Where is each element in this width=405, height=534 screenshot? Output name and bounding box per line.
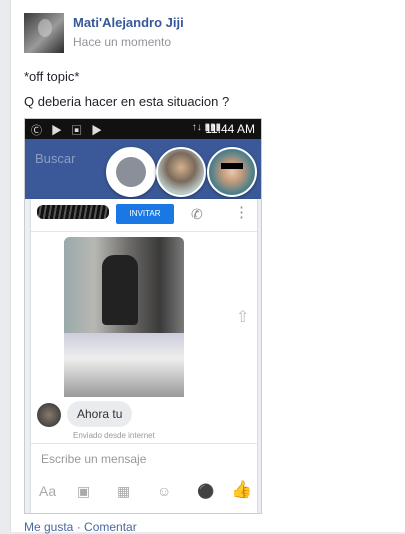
invite-button: INVITAR	[116, 204, 174, 224]
composer-placeholder: Escribe un mensaje	[41, 452, 147, 466]
post-text-line1: *off topic*	[24, 69, 80, 84]
phone-icon: ✆	[191, 206, 203, 222]
status-bar: Ⓒ ▶ ▣ ▶ ↑↓ ▮▮▮ 11:44 AM	[25, 119, 261, 139]
share-icon: ⇧	[236, 309, 250, 326]
author-name[interactable]: Mati'Alejandro Jiji	[73, 15, 184, 30]
attached-screenshot[interactable]: Ⓒ ▶ ▣ ▶ ↑↓ ▮▮▮ 11:44 AM Buscar INVITAR ✆…	[24, 118, 262, 514]
chat-head-photo	[207, 147, 257, 197]
image-icon: ▦	[117, 483, 131, 499]
post-card: Mati'Alejandro Jiji Hace un momento *off…	[10, 0, 405, 534]
post-text-line2: Q deberia hacer en esta situacion ?	[24, 94, 230, 109]
camera-icon: ▣	[77, 483, 91, 499]
shared-photo	[64, 237, 184, 397]
avatar[interactable]	[24, 13, 64, 53]
search-placeholder: Buscar	[35, 151, 76, 166]
chat-window: INVITAR ✆ ⋮ ⇧ Ahora tu Enviado desde int…	[31, 199, 257, 513]
status-time: 11:44 AM	[205, 122, 255, 136]
sender-avatar	[37, 403, 61, 427]
like-icon: 👍	[231, 480, 253, 499]
chat-message: Ahora tu	[67, 401, 133, 427]
status-left-icons: Ⓒ ▶ ▣ ▶	[31, 125, 106, 137]
chat-header: INVITAR ✆ ⋮	[31, 199, 257, 232]
redacted-name	[37, 205, 109, 219]
post-time[interactable]: Hace un momento	[73, 35, 171, 49]
composer: Escribe un mensaje	[31, 443, 257, 474]
sent-status: Enviado desde internet	[73, 431, 155, 440]
chat-head-photo	[156, 147, 206, 197]
mic-icon: ⚫	[197, 483, 215, 499]
messenger-icon	[106, 147, 156, 197]
more-icon: ⋮	[234, 204, 249, 221]
composer-tools: Aa ▣ ▦ ☺ ⚫ 👍	[31, 477, 257, 507]
emoji-icon: ☺	[157, 483, 172, 499]
text-format-icon: Aa	[39, 483, 57, 499]
